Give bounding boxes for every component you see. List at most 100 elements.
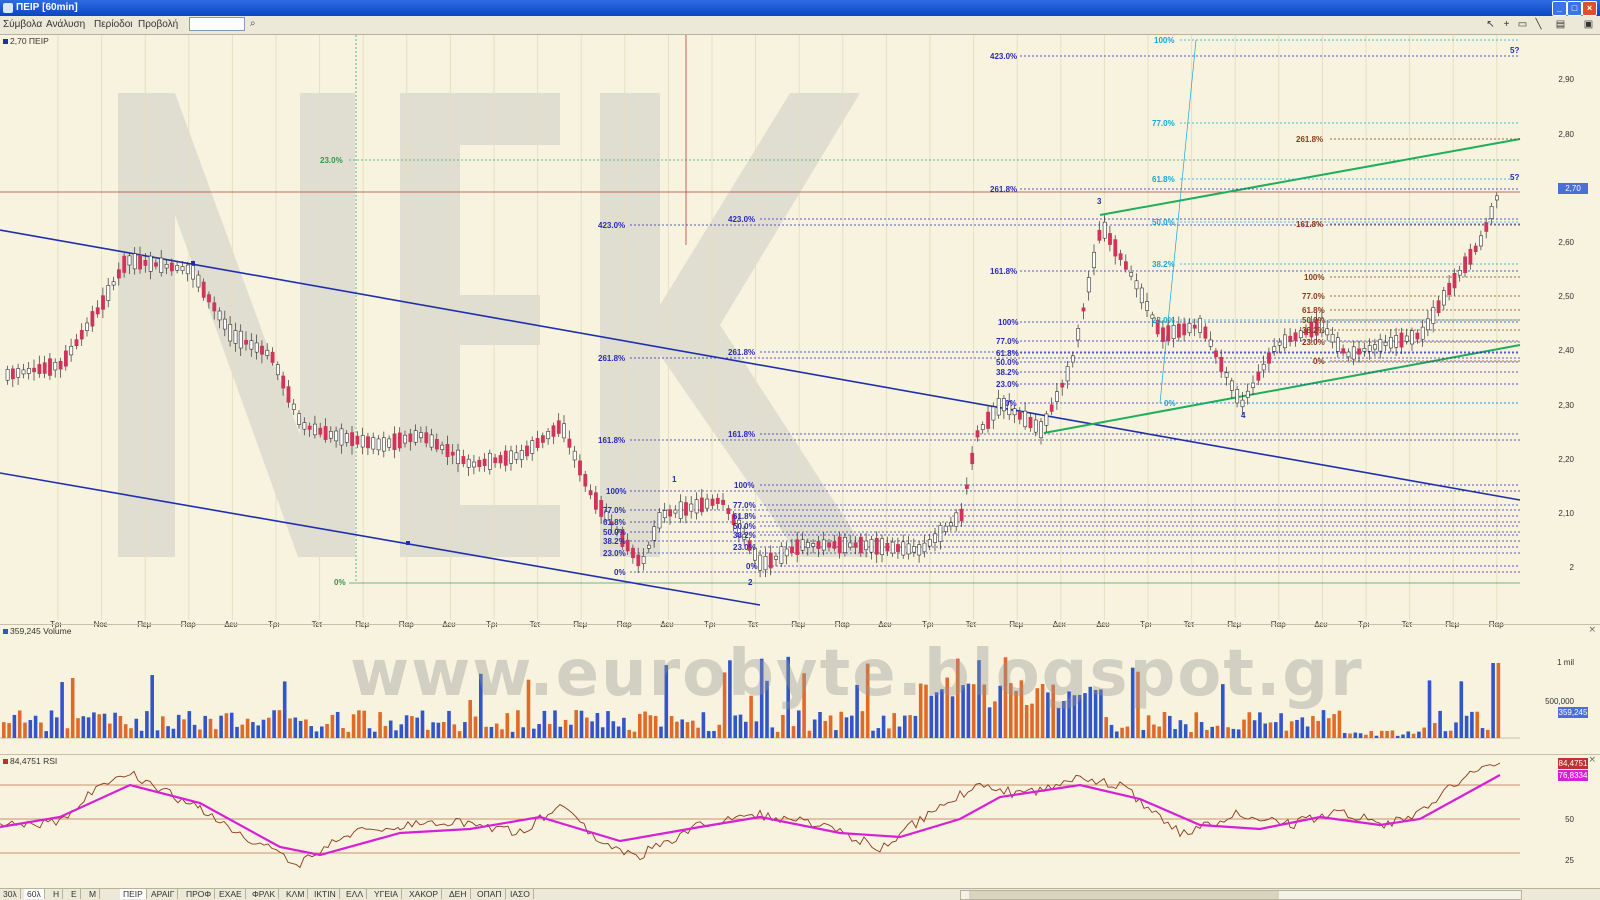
candle-body [556, 420, 561, 434]
candle-body [827, 542, 832, 548]
symbol-input[interactable] [189, 17, 245, 31]
candle-body [74, 339, 79, 347]
volume-bar [1215, 725, 1220, 738]
symbol-tab[interactable]: ΧΑΚΟΡ [406, 889, 443, 899]
volume-bar [1433, 723, 1437, 738]
volume-bar [1422, 727, 1426, 738]
symbol-tab[interactable]: ΦΡΛΚ [249, 889, 280, 899]
menu-view[interactable]: Προβολή [138, 19, 178, 30]
symbol-tab[interactable]: ΠΡΟΦ [183, 889, 216, 899]
symbol-tab[interactable]: ΙΑΣΟ [507, 889, 534, 899]
candle-body [874, 537, 879, 555]
menu-periods[interactable]: Περίοδοι [94, 19, 133, 30]
candle-body [487, 452, 492, 470]
candle-body [1357, 348, 1362, 355]
candle-body [1251, 382, 1256, 388]
close-icon[interactable]: × [1588, 755, 1596, 765]
symbol-tab[interactable]: ΚΛΜ [283, 889, 309, 899]
volume-panel[interactable]: www.eurobyte.blogspot.gr 359,245 Volume … [0, 624, 1600, 751]
candle-body [1325, 328, 1330, 336]
volume-bar [669, 716, 674, 738]
symbol-tab[interactable]: ΙΚΤΙΝ [311, 889, 340, 899]
volume-bar [208, 718, 213, 738]
candle-body [567, 438, 572, 448]
line-icon[interactable]: ╲ [1532, 18, 1545, 31]
candle-body [472, 461, 476, 468]
candle-body [233, 330, 238, 344]
crosshair-icon[interactable]: + [1500, 18, 1513, 31]
symbol-tab[interactable]: ΠΕΙΡ [120, 889, 147, 899]
volume-bar [744, 721, 748, 738]
volume-bar [505, 713, 510, 738]
rectangle-icon[interactable]: ▭ [1516, 18, 1529, 31]
volume-bar [325, 724, 329, 738]
volume-bar [818, 711, 822, 738]
candle-body [350, 432, 355, 446]
candle-body [1277, 341, 1282, 346]
fib-label-blue: 0% [1005, 399, 1017, 408]
period-tab[interactable]: Μ [86, 889, 101, 899]
candle-body [101, 295, 105, 310]
menu-symbols[interactable]: Σύμβολα [3, 19, 42, 30]
rsi-panel[interactable]: 84,4751 RSI × 50 25 84,4751 76,8334 [0, 754, 1600, 888]
price-chart-canvas[interactable] [0, 35, 1600, 620]
fib-label-cyan: 100% [1154, 36, 1175, 45]
symbol-tab[interactable]: ΟΠΑΠ [474, 889, 506, 899]
volume-bar [1443, 731, 1448, 738]
candle-body [1097, 229, 1102, 241]
symbol-tab[interactable]: ΕΛΛ [343, 889, 368, 899]
candle-body [1404, 335, 1409, 342]
maximize-button[interactable]: □ [1567, 1, 1582, 16]
window-icon[interactable]: ▤ [1554, 18, 1567, 31]
volume-bar [33, 715, 38, 738]
candle-body [148, 255, 153, 272]
close-icon[interactable]: × [1588, 625, 1596, 635]
close-button[interactable]: × [1582, 1, 1597, 16]
volume-bar [1311, 716, 1315, 738]
volume-bar [553, 710, 557, 738]
volume-bar [563, 719, 568, 738]
volume-bar [123, 724, 128, 738]
volume-bar [701, 712, 706, 738]
symbol-tab[interactable]: ΔΕΗ [446, 889, 471, 899]
pointer-icon[interactable]: ↖ [1484, 18, 1497, 31]
period-tab[interactable]: Ε [68, 889, 81, 899]
candle-body [403, 434, 408, 444]
volume-bar [521, 727, 525, 738]
symbol-tab[interactable]: ΕΧΑΕ [216, 889, 246, 899]
volume-bar [1141, 729, 1146, 738]
candle-body [1495, 195, 1499, 201]
volume-bar [908, 715, 912, 738]
candle-body [450, 451, 455, 456]
minimize-button[interactable]: _ [1552, 1, 1567, 16]
candle-body [1367, 345, 1372, 352]
volume-bar [76, 718, 80, 738]
volume-bar [1168, 715, 1172, 738]
magnifier-icon[interactable]: ⌕ [250, 18, 262, 30]
candle-body [1017, 411, 1022, 420]
candle-body [440, 444, 445, 450]
volume-bar [510, 731, 515, 738]
channel-anchor [406, 541, 410, 545]
symbol-tab[interactable]: ΑΡΑΙΓ [148, 889, 179, 899]
scrollbar-thumb[interactable] [969, 891, 1279, 899]
volume-bar [1252, 720, 1257, 738]
candle-body [297, 413, 302, 425]
candle-body [901, 541, 906, 556]
rsi-value-tag: 84,4751 [1558, 758, 1588, 769]
menu-analysis[interactable]: Ανάλυση [46, 19, 85, 30]
candle-body [1166, 325, 1171, 342]
volume-bar [108, 723, 112, 738]
rsi-canvas[interactable] [0, 755, 1600, 888]
period-tab[interactable]: 30λ [0, 889, 21, 899]
volume-bar [1279, 713, 1283, 738]
volume-bar [489, 726, 494, 738]
candle-body [53, 362, 58, 371]
save-icon[interactable]: ▣ [1582, 18, 1595, 31]
period-tab[interactable]: Η [50, 889, 64, 899]
symbol-tab[interactable]: ΥΓΕΙΑ [371, 889, 403, 899]
fib-label-green: 23.0% [320, 156, 343, 165]
price-chart-panel[interactable]: 2,70 ΠΕΙΡ 2,90 2,80 2,70 2,60 2,50 2,40 … [0, 35, 1600, 629]
candle-body [673, 509, 678, 514]
period-tab[interactable]: 60λ [24, 889, 45, 899]
